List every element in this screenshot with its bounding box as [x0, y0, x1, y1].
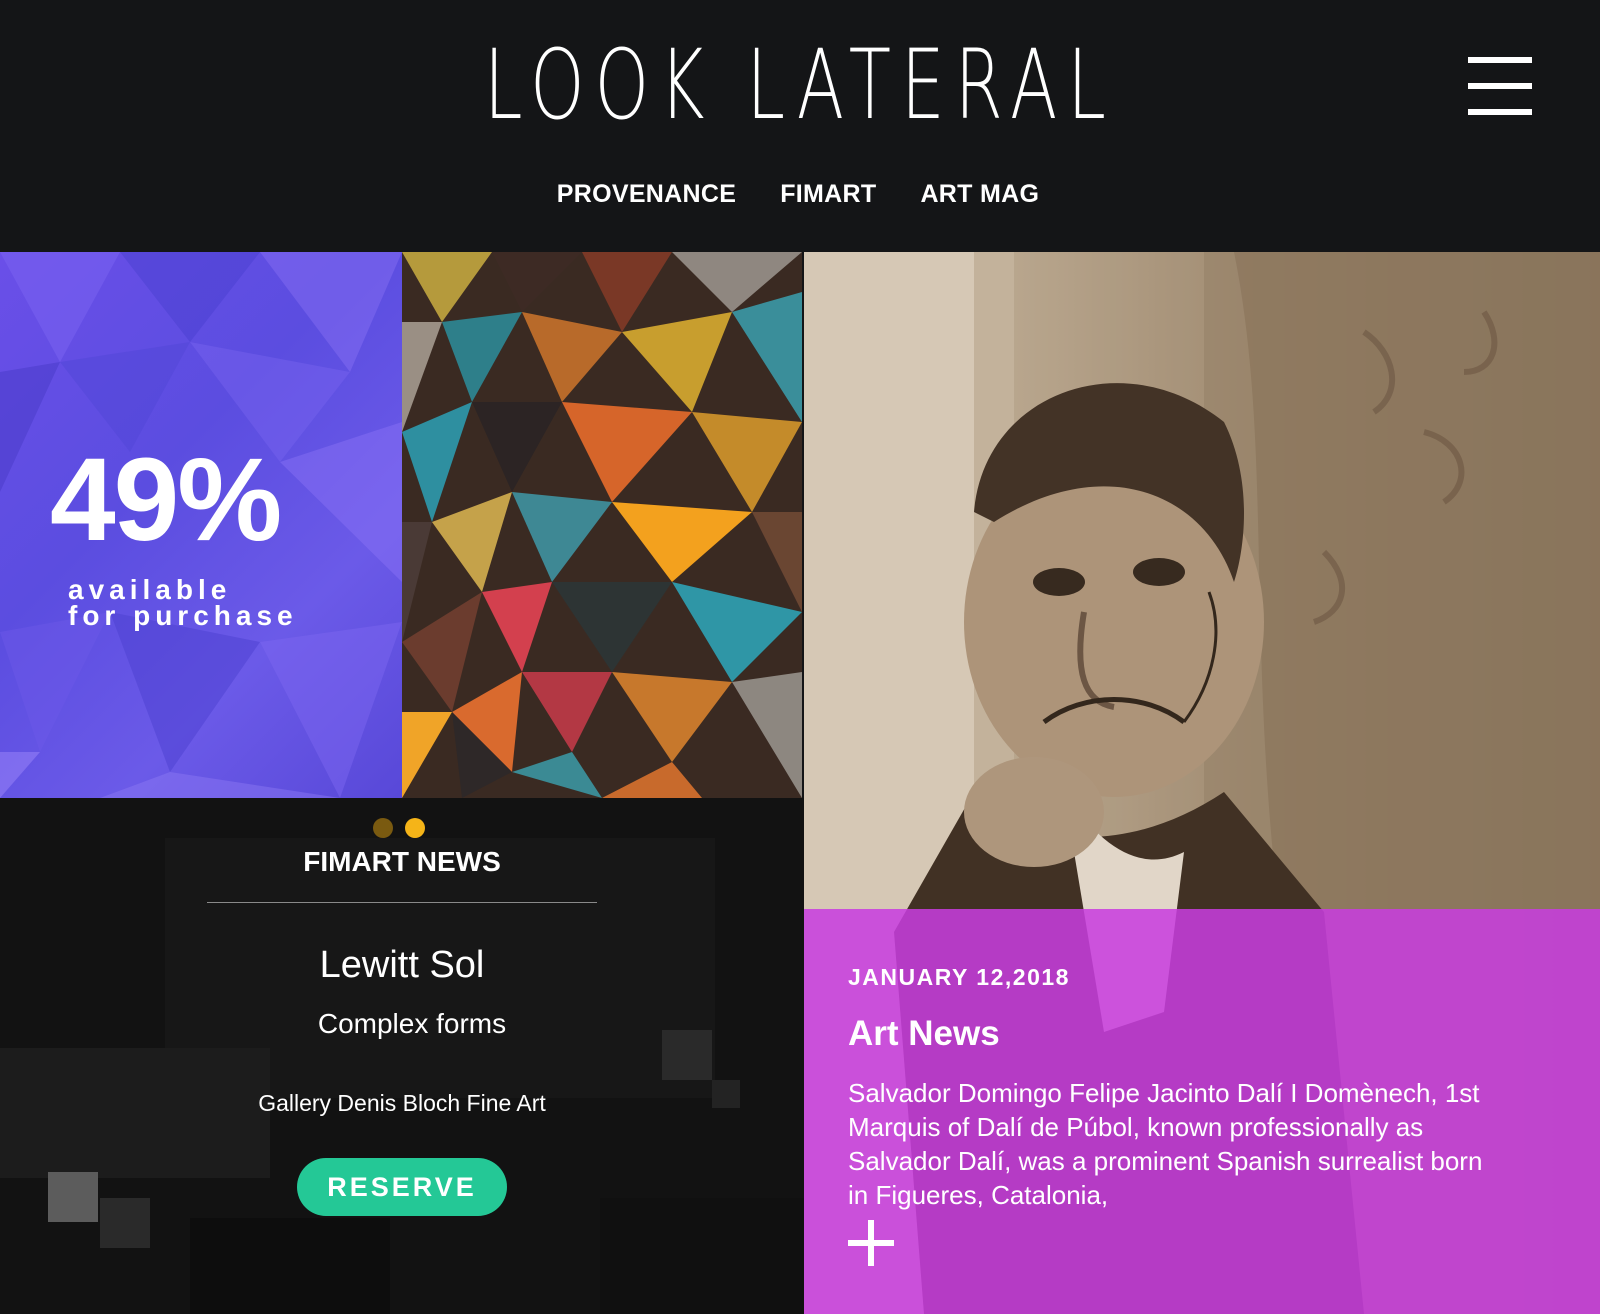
availability-percentage: 49% — [50, 434, 282, 566]
plus-icon[interactable] — [848, 1220, 896, 1268]
artwork-complex-forms-image[interactable] — [402, 252, 802, 798]
site-header: LOOK LATERAL PROVENANCE FIMART ART MAG — [0, 0, 1600, 252]
hamburger-menu-icon[interactable] — [1468, 55, 1532, 117]
nav-fimart[interactable]: FIMART — [780, 180, 876, 209]
reserve-button[interactable]: RESERVE — [297, 1158, 507, 1216]
main-nav: PROVENANCE FIMART ART MAG — [0, 180, 1600, 209]
carousel-dot-2-active[interactable] — [405, 818, 425, 838]
carousel-dot-1[interactable] — [373, 818, 393, 838]
availability-stat-tile: 49% available for purchase — [0, 252, 402, 798]
availability-caption: available for purchase — [68, 576, 298, 631]
carousel-dots — [373, 818, 425, 838]
article-excerpt: Salvador Domingo Felipe Jacinto Dalí I D… — [848, 1078, 1483, 1210]
nav-provenance[interactable]: PROVENANCE — [557, 180, 736, 209]
news-section-title: FIMART NEWS — [303, 846, 501, 877]
decorative-square — [48, 1172, 98, 1222]
article-date: JANUARY 12,2018 — [848, 964, 1070, 990]
site-logo[interactable]: LOOK LATERAL — [224, 30, 1376, 140]
divider — [207, 902, 597, 903]
caption-line-2: for purchase — [68, 600, 298, 631]
artwork-title: Complex forms — [317, 1008, 507, 1039]
nav-art-mag[interactable]: ART MAG — [920, 180, 1039, 209]
article-title[interactable]: Art News — [848, 1014, 1000, 1054]
geometric-artwork — [402, 252, 802, 798]
artist-name: Lewitt Sol — [319, 944, 485, 986]
gallery-name: Gallery Denis Bloch Fine Art — [258, 1090, 546, 1116]
